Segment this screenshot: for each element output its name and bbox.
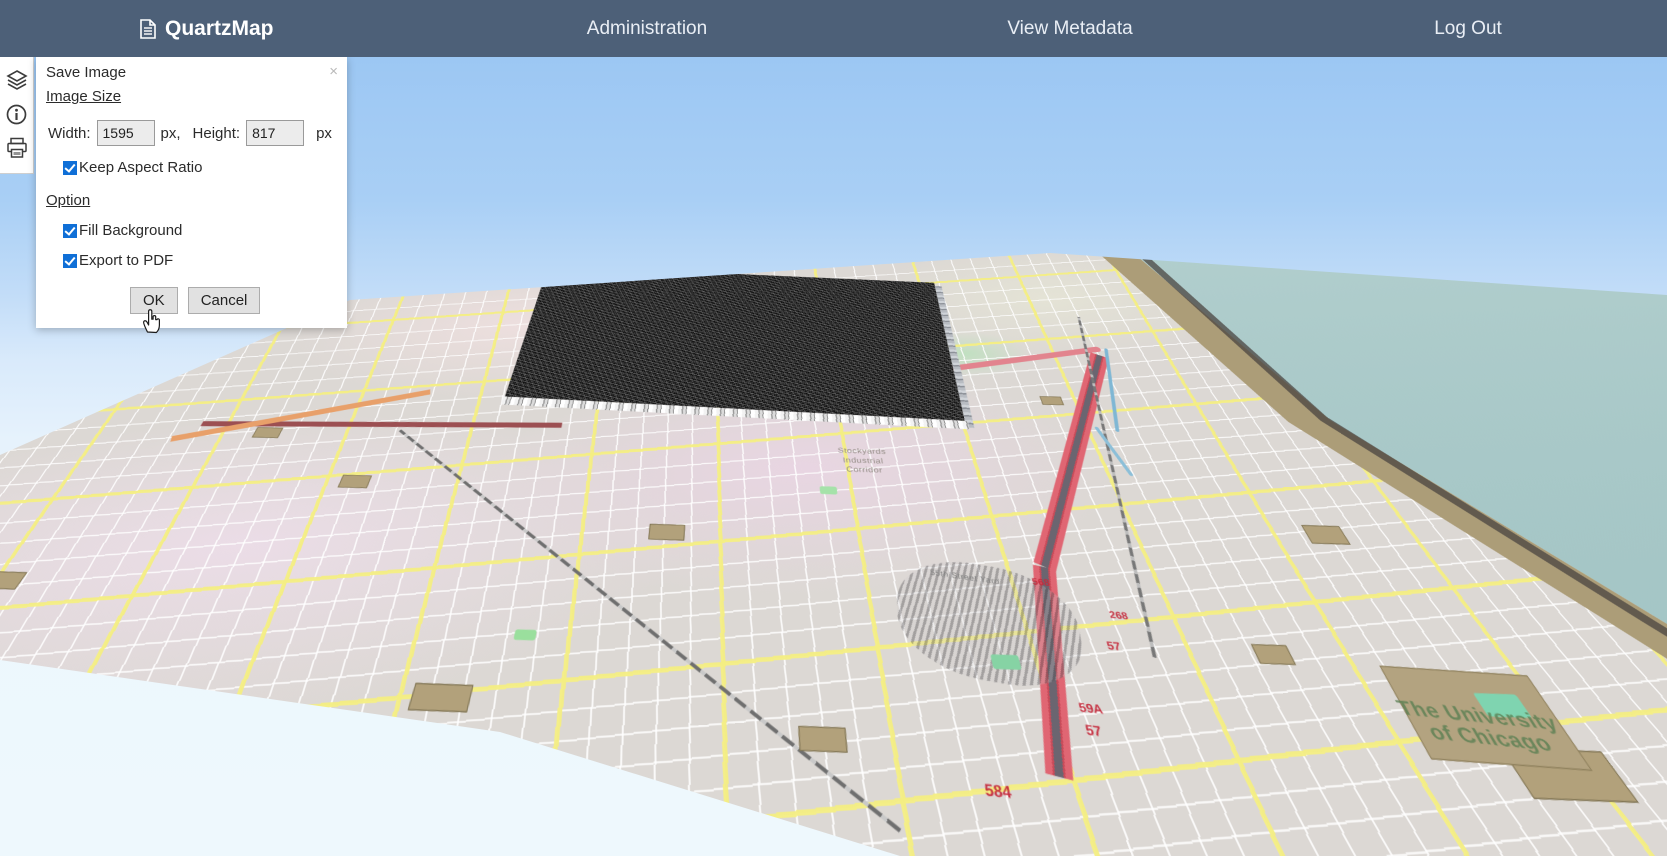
district-label: Stockyards Industrial Corridor xyxy=(805,445,922,476)
building-footprint xyxy=(408,683,474,712)
printer-icon xyxy=(6,137,28,159)
fill-background-checkbox[interactable] xyxy=(63,224,77,238)
chicago-river xyxy=(1104,348,1119,432)
route-shield: 57 xyxy=(1105,639,1122,653)
route-shield: 584 xyxy=(983,781,1013,803)
section-image-size: Image Size xyxy=(46,88,347,105)
section-option: Option xyxy=(46,192,347,209)
dialog-buttons: OK Cancel xyxy=(130,287,347,328)
building-footprint xyxy=(648,524,685,541)
layers-icon xyxy=(6,69,28,91)
route-shield: 268 xyxy=(1108,609,1130,622)
nav-administration[interactable]: Administration xyxy=(587,0,707,57)
keep-aspect-ratio-checkbox[interactable] xyxy=(63,161,77,175)
print-tool-button[interactable] xyxy=(0,131,33,165)
highway-dan-ryan-upper xyxy=(1034,352,1109,571)
identify-tool-button[interactable] xyxy=(0,97,33,131)
width-input[interactable] xyxy=(97,120,155,146)
ok-button[interactable]: OK xyxy=(130,287,178,314)
green-space xyxy=(990,654,1022,670)
height-input[interactable] xyxy=(246,120,304,146)
building-footprint xyxy=(798,726,847,753)
route-shield: 57 xyxy=(1083,721,1103,739)
top-navbar: QuartzMap Administration View Metadata L… xyxy=(0,0,1667,57)
document-logo-icon xyxy=(140,19,156,39)
nav-log-out[interactable]: Log Out xyxy=(1434,0,1502,57)
route-shield: 59A xyxy=(1077,700,1104,717)
building-footprint xyxy=(1251,644,1296,665)
info-icon xyxy=(6,104,27,125)
width-unit: px, xyxy=(161,125,181,142)
export-to-pdf-row: Export to PDF xyxy=(63,252,347,269)
tool-sidebar xyxy=(0,57,34,174)
building-footprint xyxy=(252,427,283,438)
size-row: Width: px, Height: px xyxy=(48,120,347,146)
railway-line xyxy=(1077,317,1156,658)
building-footprint xyxy=(1040,396,1064,405)
export-to-pdf-checkbox[interactable] xyxy=(63,254,77,268)
green-space xyxy=(513,629,537,640)
lidar-tile-overlay xyxy=(505,266,965,421)
export-to-pdf-label: Export to PDF xyxy=(79,252,173,269)
height-label: Height: xyxy=(193,125,241,142)
brand[interactable]: QuartzMap xyxy=(140,0,274,57)
brand-name: QuartzMap xyxy=(165,17,274,41)
dialog-title: Save Image xyxy=(36,57,347,83)
building-footprint xyxy=(1301,525,1351,545)
route-shield: 568 xyxy=(1031,576,1051,588)
height-unit: px xyxy=(316,125,332,142)
fill-background-row: Fill Background xyxy=(63,222,347,239)
keep-aspect-ratio-label: Keep Aspect Ratio xyxy=(79,159,202,176)
app-window: Stockyards Industrial Corridor The Unive… xyxy=(0,0,1667,856)
nav-view-metadata[interactable]: View Metadata xyxy=(1007,0,1132,57)
road-orange xyxy=(170,389,430,441)
layers-tool-button[interactable] xyxy=(0,63,33,97)
fill-background-label: Fill Background xyxy=(79,222,182,239)
cancel-button[interactable]: Cancel xyxy=(188,287,261,314)
save-image-dialog: Save Image × Image Size Width: px, Heigh… xyxy=(36,57,347,328)
building-footprint xyxy=(0,571,27,589)
close-icon[interactable]: × xyxy=(329,64,338,79)
building-footprint xyxy=(338,475,372,489)
green-space xyxy=(820,486,838,494)
width-label: Width: xyxy=(48,125,91,142)
keep-aspect-ratio-row: Keep Aspect Ratio xyxy=(63,159,347,176)
